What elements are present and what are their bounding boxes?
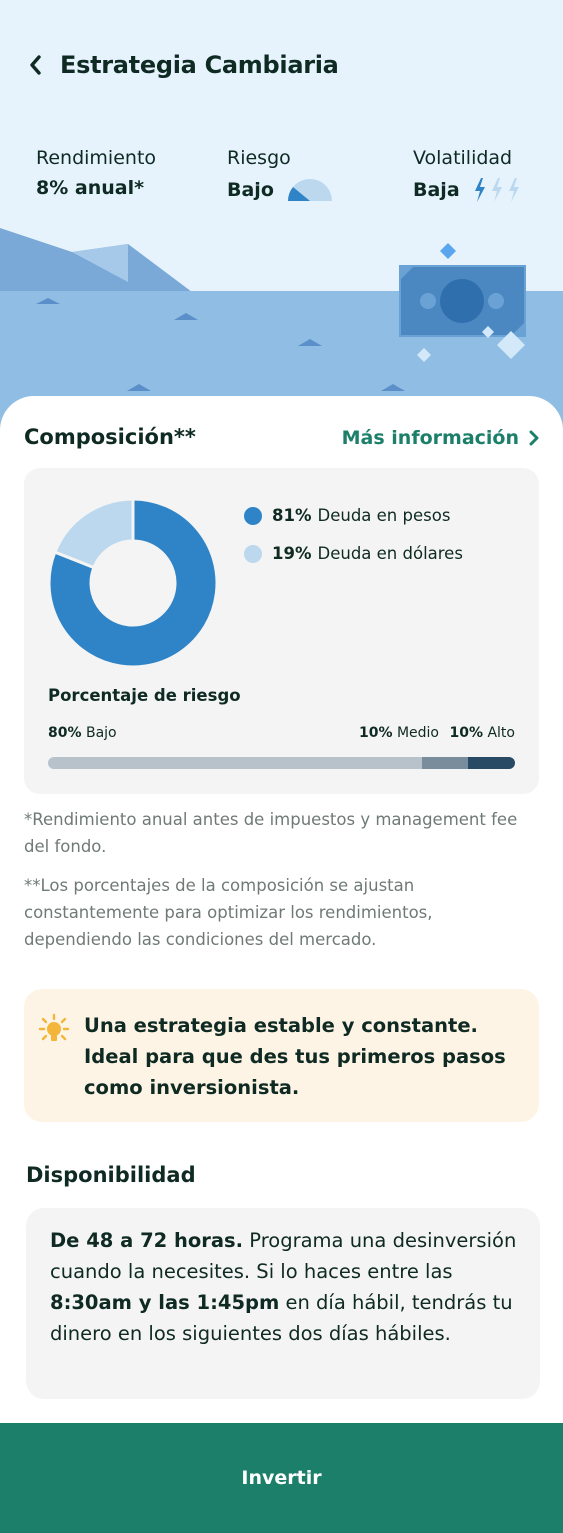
legend-pct-dolares: 19% [272, 544, 312, 563]
header: Estrategia Cambiaria [24, 48, 339, 82]
legend-item-dolares: 19% Deuda en dólares [244, 544, 463, 563]
donut-slice-1 [52, 498, 135, 570]
stat-volatilidad-label: Volatilidad [413, 147, 513, 169]
lightbulb-icon [38, 1013, 70, 1041]
risk-bar [48, 757, 515, 769]
hero-banner: Estrategia Cambiaria Rendimiento 8% anua… [0, 0, 563, 430]
legend-item-pesos: 81% Deuda en pesos [244, 506, 463, 525]
stat-volatilidad: Volatilidad Baja [413, 147, 524, 203]
more-info-link[interactable]: Más información [342, 427, 539, 449]
risk-title: Porcentaje de riesgo [48, 686, 241, 705]
composition-card: 81% Deuda en pesos 19% Deuda en dólares … [24, 468, 539, 794]
legend-label-dolares: Deuda en dólares [317, 544, 463, 563]
risk-bar-mid [421, 757, 469, 769]
stat-riesgo-label: Riesgo [227, 147, 291, 169]
availability-text: De 48 a 72 horas. Programa una desinvers… [50, 1229, 517, 1345]
footnote-composicion: **Los porcentajes de la composición se a… [24, 876, 433, 949]
risk-bar-high [468, 757, 515, 769]
footnote-rendimiento: *Rendimiento anual antes de impuestos y … [24, 810, 518, 856]
stat-riesgo-value: Bajo [227, 179, 274, 201]
stat-riesgo: Riesgo Bajo [227, 147, 334, 203]
chevron-right-icon [529, 430, 539, 446]
stat-rendimiento-value: 8% anual* [36, 177, 145, 199]
composition-legend: 81% Deuda en pesos 19% Deuda en dólares [244, 506, 463, 582]
lightning-icon [474, 178, 519, 202]
legend-label-pesos: Deuda en pesos [317, 506, 451, 525]
tip-card: Una estrategia estable y constante. Idea… [24, 989, 539, 1122]
stat-rendimiento: Rendimiento 8% anual* [36, 147, 156, 199]
risk-label-mid: 10% Medio [358, 725, 439, 741]
tip-text: Una estrategia estable y constante. Idea… [84, 1014, 506, 1099]
invest-button-label: Invertir [241, 1467, 322, 1489]
risk-label-low: 80% Bajo [48, 725, 117, 741]
availability-title: Disponibilidad [26, 1163, 196, 1187]
risk-label-high: 10% Alto [449, 725, 516, 741]
legend-dot-dolares [244, 544, 262, 563]
page-title: Estrategia Cambiaria [60, 51, 339, 79]
stat-rendimiento-label: Rendimiento [36, 147, 157, 169]
legend-pct-pesos: 81% [272, 506, 312, 525]
back-button[interactable] [24, 48, 46, 82]
composition-title: Composición** [24, 425, 196, 449]
chevron-left-icon [30, 55, 41, 75]
invest-button[interactable]: Invertir [0, 1423, 563, 1533]
risk-bar-low [48, 757, 422, 769]
legend-dot-pesos [244, 506, 262, 525]
composition-donut-chart [48, 498, 218, 668]
availability-card: De 48 a 72 horas. Programa una desinvers… [26, 1208, 540, 1399]
more-info-label: Más información [341, 427, 519, 449]
gauge-icon [287, 179, 332, 201]
stat-volatilidad-value: Baja [413, 179, 460, 201]
